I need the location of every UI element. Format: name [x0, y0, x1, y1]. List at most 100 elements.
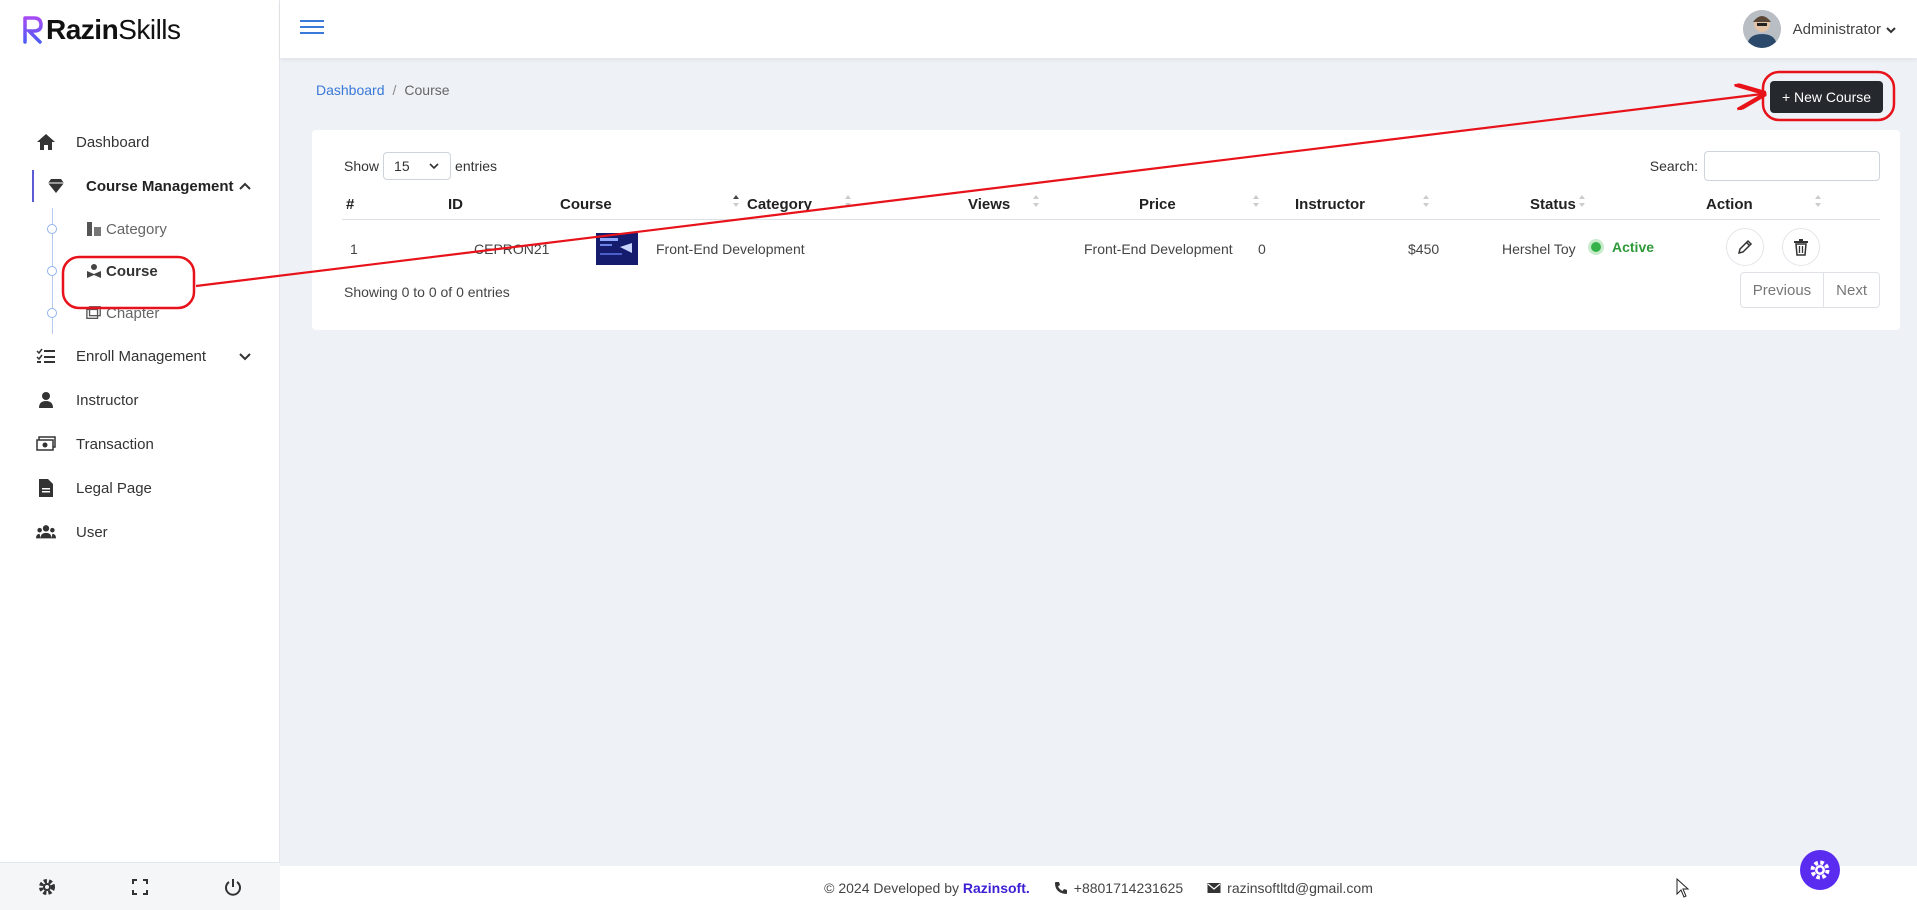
chevron-down-icon: [1885, 23, 1897, 35]
table-info: Showing 0 to 0 of 0 entries: [344, 284, 510, 300]
column-header-action[interactable]: Action: [1706, 196, 1753, 213]
status-badge: Active: [1588, 239, 1654, 255]
submenu-dot: [47, 308, 57, 318]
pagination-next[interactable]: Next: [1823, 273, 1879, 307]
entries-select[interactable]: 15: [383, 152, 452, 180]
phone-icon: [1054, 882, 1067, 894]
person-icon: [36, 390, 56, 410]
users-icon: [36, 522, 56, 542]
sidebar-item-chapter[interactable]: Chapter: [47, 298, 160, 328]
breadcrumb: Dashboard / Course: [316, 82, 450, 98]
sort-icon: [1814, 194, 1822, 208]
sidebar-footer: [0, 862, 280, 910]
footer-company-link[interactable]: Razinsoft.: [963, 880, 1030, 896]
breadcrumb-dashboard[interactable]: Dashboard: [316, 82, 385, 98]
delete-button[interactable]: [1782, 228, 1820, 266]
sidebar-item-label: Chapter: [106, 304, 160, 322]
column-header-instructor[interactable]: Instructor: [1295, 196, 1365, 213]
brand-logo[interactable]: Razin Skills: [22, 14, 181, 46]
course-management-submenu: Category Course Chapter: [0, 208, 280, 334]
cell-category: Front-End Development: [1084, 241, 1233, 257]
chevron-up-icon: [238, 179, 252, 193]
gem-icon: [46, 176, 66, 196]
user-name: Administrator: [1792, 20, 1881, 38]
table-search: Search:: [1650, 151, 1880, 181]
table-header: # ID Course Category Views Price Instruc…: [342, 190, 1880, 220]
sidebar-item-label: Category: [106, 220, 167, 238]
column-header-course[interactable]: Course: [560, 196, 612, 213]
sidebar-item-course[interactable]: Course: [47, 256, 158, 286]
chapter-icon: [86, 305, 102, 321]
status-dot-icon: [1588, 239, 1604, 255]
sidebar-item-dashboard[interactable]: Dashboard: [0, 120, 280, 164]
search-input[interactable]: [1704, 151, 1880, 181]
entries-length-control: Show 15 entries: [344, 152, 497, 180]
brand-name-bold: Razin: [46, 14, 119, 45]
show-label: Show: [344, 158, 380, 174]
column-header-id[interactable]: ID: [448, 196, 463, 213]
chevron-down-icon: [429, 163, 439, 170]
logo-mark-icon: [22, 16, 44, 44]
sidebar-item-label: User: [76, 523, 108, 541]
column-header-category[interactable]: Category: [747, 196, 812, 213]
sort-icon: [1578, 194, 1586, 208]
sidebar-item-label: Course Management: [86, 177, 234, 195]
breadcrumb-separator: /: [392, 82, 397, 98]
course-thumbnail: [596, 233, 638, 265]
footer-phone[interactable]: +8801714231625: [1054, 880, 1183, 896]
entries-select-value: 15: [394, 158, 410, 174]
sidebar-item-enroll-management[interactable]: Enroll Management: [0, 334, 280, 378]
sidebar-item-course-management[interactable]: Course Management: [0, 164, 280, 208]
file-icon: [36, 478, 56, 498]
sidebar-item-label: Transaction: [76, 435, 154, 453]
sidebar-item-label: Course: [106, 262, 158, 280]
list-check-icon: [36, 346, 56, 366]
cell-id: CEPRON21: [474, 241, 550, 257]
hamburger-menu-icon[interactable]: [300, 17, 324, 37]
pagination: Previous Next: [1739, 272, 1880, 308]
sidebar-item-user[interactable]: User: [0, 510, 280, 554]
footer-email[interactable]: razinsoftltd@gmail.com: [1207, 880, 1373, 896]
course-table-card: Show 15 entries Search: # ID Course Cate…: [312, 130, 1900, 330]
column-header-status[interactable]: Status: [1530, 196, 1576, 213]
column-header-views[interactable]: Views: [968, 196, 1010, 213]
submenu-dot: [47, 266, 57, 276]
pagination-previous[interactable]: Previous: [1741, 273, 1823, 307]
sidebar: RazinSkills Dashboard Course Management: [0, 0, 280, 910]
footer-copyright-text: © 2024 Developed by: [824, 880, 959, 896]
trash-icon: [1794, 239, 1808, 256]
avatar: [1742, 10, 1781, 48]
footer-copyright: © 2024 Developed by Razinsoft.: [824, 880, 1030, 896]
sidebar-item-instructor[interactable]: Instructor: [0, 378, 280, 422]
cell-course: Front-End Development: [656, 241, 805, 257]
sidebar-nav: Dashboard Course Management Category Cou…: [0, 120, 280, 554]
fullscreen-icon[interactable]: [130, 877, 150, 897]
user-menu[interactable]: Administrator: [1742, 10, 1897, 48]
sort-icon: [1032, 194, 1040, 208]
pencil-icon: [1737, 239, 1753, 255]
sidebar-item-transaction[interactable]: Transaction: [0, 422, 280, 466]
sidebar-item-category[interactable]: Category: [47, 214, 167, 244]
cell-price: $450: [1408, 241, 1440, 257]
sort-icon: [844, 194, 852, 208]
cell-instructor: Hershel Toy: [1502, 241, 1576, 257]
settings-fab-button[interactable]: [1800, 850, 1840, 890]
gear-icon[interactable]: [37, 877, 57, 897]
footer-phone-text: +8801714231625: [1073, 880, 1184, 896]
table-row: 1 CEPRON21 Front-End Development Front-E…: [342, 226, 1880, 270]
sidebar-item-label: Dashboard: [76, 133, 150, 151]
sidebar-item-label: Enroll Management: [76, 347, 207, 365]
breadcrumb-current: Course: [404, 82, 450, 98]
category-icon: [86, 221, 102, 237]
submenu-dot: [47, 224, 57, 234]
sort-icon: [1252, 194, 1260, 208]
sort-icon: [1422, 194, 1430, 208]
sidebar-item-legal-page[interactable]: Legal Page: [0, 466, 280, 510]
power-icon[interactable]: [223, 877, 243, 897]
column-header-price[interactable]: Price: [1139, 196, 1176, 213]
edit-button[interactable]: [1726, 228, 1764, 266]
column-header-num[interactable]: #: [346, 196, 354, 213]
new-course-button[interactable]: + New Course: [1770, 81, 1883, 113]
topbar: Administrator: [280, 0, 1917, 58]
sidebar-item-label: Legal Page: [76, 479, 152, 497]
